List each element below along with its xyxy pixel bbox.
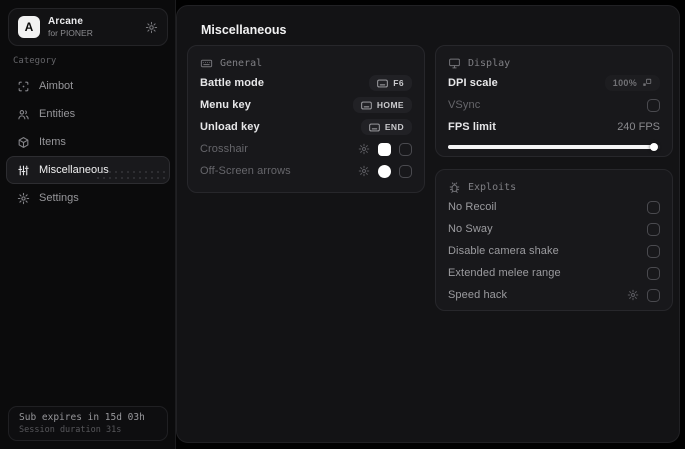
offscreen-arrows-checkbox[interactable] bbox=[399, 164, 412, 178]
setting-row-crosshair: Crosshair bbox=[200, 138, 412, 160]
general-panel-title: General bbox=[220, 57, 263, 69]
brand-name: Arcane bbox=[48, 16, 84, 27]
keybind-value: END bbox=[384, 122, 404, 132]
setting-row-no-recoil: No Recoil bbox=[448, 196, 660, 218]
disable-camera-shake-checkbox[interactable] bbox=[647, 244, 660, 258]
brand-text: Arcane for PIONER bbox=[48, 16, 93, 38]
general-panel-header: General bbox=[200, 54, 412, 72]
setting-label: Crosshair bbox=[200, 143, 248, 155]
keybind-button[interactable]: F6 bbox=[369, 75, 412, 91]
sidebar-item-entities[interactable]: Entities bbox=[6, 100, 170, 128]
sidebar-item-label: Items bbox=[39, 136, 66, 148]
sidebar-item-miscellaneous[interactable]: Miscellaneous bbox=[6, 156, 170, 184]
sidebar-item-label: Miscellaneous bbox=[39, 164, 109, 176]
no-sway-checkbox[interactable] bbox=[647, 222, 660, 236]
brand-card: A Arcane for PIONER bbox=[8, 8, 168, 46]
entities-icon bbox=[17, 108, 30, 121]
keyboard-icon bbox=[200, 57, 213, 70]
sliders-icon bbox=[17, 164, 30, 177]
exploits-panel: Exploits No Recoil No Sway Disable camer… bbox=[435, 169, 673, 311]
sidebar-item-label: Aimbot bbox=[39, 80, 74, 92]
setting-label: No Recoil bbox=[448, 201, 497, 213]
dpi-scale-select[interactable]: 100% bbox=[604, 75, 660, 91]
offscreen-arrows-color-swatch[interactable] bbox=[378, 164, 391, 178]
setting-label: VSync bbox=[448, 99, 481, 111]
fps-limit-value: 240 FPS bbox=[617, 121, 660, 133]
keyboard-icon bbox=[369, 123, 380, 132]
sidebar-item-label: Entities bbox=[39, 108, 76, 120]
keybind-button[interactable]: END bbox=[360, 119, 412, 135]
exploits-panel-title: Exploits bbox=[468, 181, 517, 193]
main-content: Miscellaneous General Battle mode F6 Men… bbox=[176, 5, 680, 443]
crosshair-color-swatch[interactable] bbox=[378, 142, 391, 156]
display-panel-title: Display bbox=[468, 57, 511, 69]
speed-hack-checkbox[interactable] bbox=[647, 288, 660, 302]
brand-subtitle: for PIONER bbox=[48, 28, 93, 38]
vsync-checkbox[interactable] bbox=[647, 98, 660, 112]
page-title: Miscellaneous bbox=[201, 23, 287, 37]
app-window: A Arcane for PIONER Category Aimbot Enti… bbox=[0, 0, 685, 449]
setting-row-unload-key: Unload key END bbox=[200, 116, 412, 138]
monitor-icon bbox=[448, 57, 461, 70]
setting-row-dpi-scale: DPI scale 100% bbox=[448, 72, 660, 94]
brand-settings-icon[interactable] bbox=[145, 21, 158, 34]
general-panel: General Battle mode F6 Menu key HOME Unl… bbox=[187, 45, 425, 193]
setting-label: Speed hack bbox=[448, 289, 508, 301]
sidebar-item-aimbot[interactable]: Aimbot bbox=[6, 72, 170, 100]
offscreen-arrows-settings-gear-icon[interactable] bbox=[358, 165, 370, 177]
setting-label: Battle mode bbox=[200, 77, 265, 89]
setting-row-fps-limit: FPS limit 240 FPS bbox=[448, 116, 660, 138]
setting-row-speed-hack: Speed hack bbox=[448, 284, 660, 306]
setting-row-vsync: VSync bbox=[448, 94, 660, 116]
keyboard-icon bbox=[377, 79, 389, 88]
dpi-scale-value: 100% bbox=[612, 78, 637, 88]
no-recoil-checkbox[interactable] bbox=[647, 200, 660, 214]
crosshair-settings-gear-icon[interactable] bbox=[358, 143, 370, 155]
setting-row-battle-mode: Battle mode F6 bbox=[200, 72, 412, 94]
setting-row-extended-melee-range: Extended melee range bbox=[448, 262, 660, 284]
setting-row-offscreen-arrows: Off-Screen arrows bbox=[200, 160, 412, 182]
sidebar-item-label: Settings bbox=[39, 192, 79, 204]
display-panel: Display DPI scale 100% VSync FPS limit 2… bbox=[435, 45, 673, 157]
fps-slider-fill bbox=[448, 145, 654, 149]
fps-limit-slider[interactable] bbox=[448, 143, 660, 151]
items-box-icon bbox=[17, 136, 30, 149]
setting-label: Menu key bbox=[200, 99, 251, 111]
setting-label: FPS limit bbox=[448, 121, 496, 133]
sidebar: A Arcane for PIONER Category Aimbot Enti… bbox=[0, 0, 176, 449]
setting-row-disable-camera-shake: Disable camera shake bbox=[448, 240, 660, 262]
setting-label: No Sway bbox=[448, 223, 493, 235]
bug-icon bbox=[448, 181, 461, 194]
keybind-value: HOME bbox=[376, 100, 404, 110]
aimbot-crosshair-icon bbox=[17, 80, 30, 93]
sidebar-nav: Aimbot Entities Items Miscellaneous Sett… bbox=[6, 72, 170, 212]
setting-row-menu-key: Menu key HOME bbox=[200, 94, 412, 116]
extended-melee-range-checkbox[interactable] bbox=[647, 266, 660, 280]
exploits-panel-header: Exploits bbox=[448, 178, 660, 196]
display-panel-header: Display bbox=[448, 54, 660, 72]
keybind-value: F6 bbox=[393, 78, 404, 88]
setting-label: Disable camera shake bbox=[448, 245, 559, 257]
brand-logo: A bbox=[18, 16, 40, 38]
fps-slider-handle[interactable] bbox=[649, 143, 658, 151]
setting-label: Unload key bbox=[200, 121, 260, 133]
setting-label: Off-Screen arrows bbox=[200, 165, 291, 177]
setting-row-no-sway: No Sway bbox=[448, 218, 660, 240]
gear-icon bbox=[17, 192, 30, 205]
sub-expiry-text: Sub expires in 15d 03h bbox=[19, 412, 145, 423]
session-duration-text: Session duration 31s bbox=[19, 425, 122, 435]
crosshair-checkbox[interactable] bbox=[399, 142, 412, 156]
setting-label: Extended melee range bbox=[448, 267, 561, 279]
scale-icon bbox=[642, 78, 652, 88]
sidebar-item-settings[interactable]: Settings bbox=[6, 184, 170, 212]
speed-hack-settings-gear-icon[interactable] bbox=[627, 289, 639, 301]
setting-label: DPI scale bbox=[448, 77, 498, 89]
sidebar-item-items[interactable]: Items bbox=[6, 128, 170, 156]
category-label: Category bbox=[13, 56, 57, 66]
keybind-button[interactable]: HOME bbox=[352, 97, 412, 113]
subscription-info-card: Sub expires in 15d 03h Session duration … bbox=[8, 406, 168, 441]
keyboard-icon bbox=[361, 101, 372, 110]
